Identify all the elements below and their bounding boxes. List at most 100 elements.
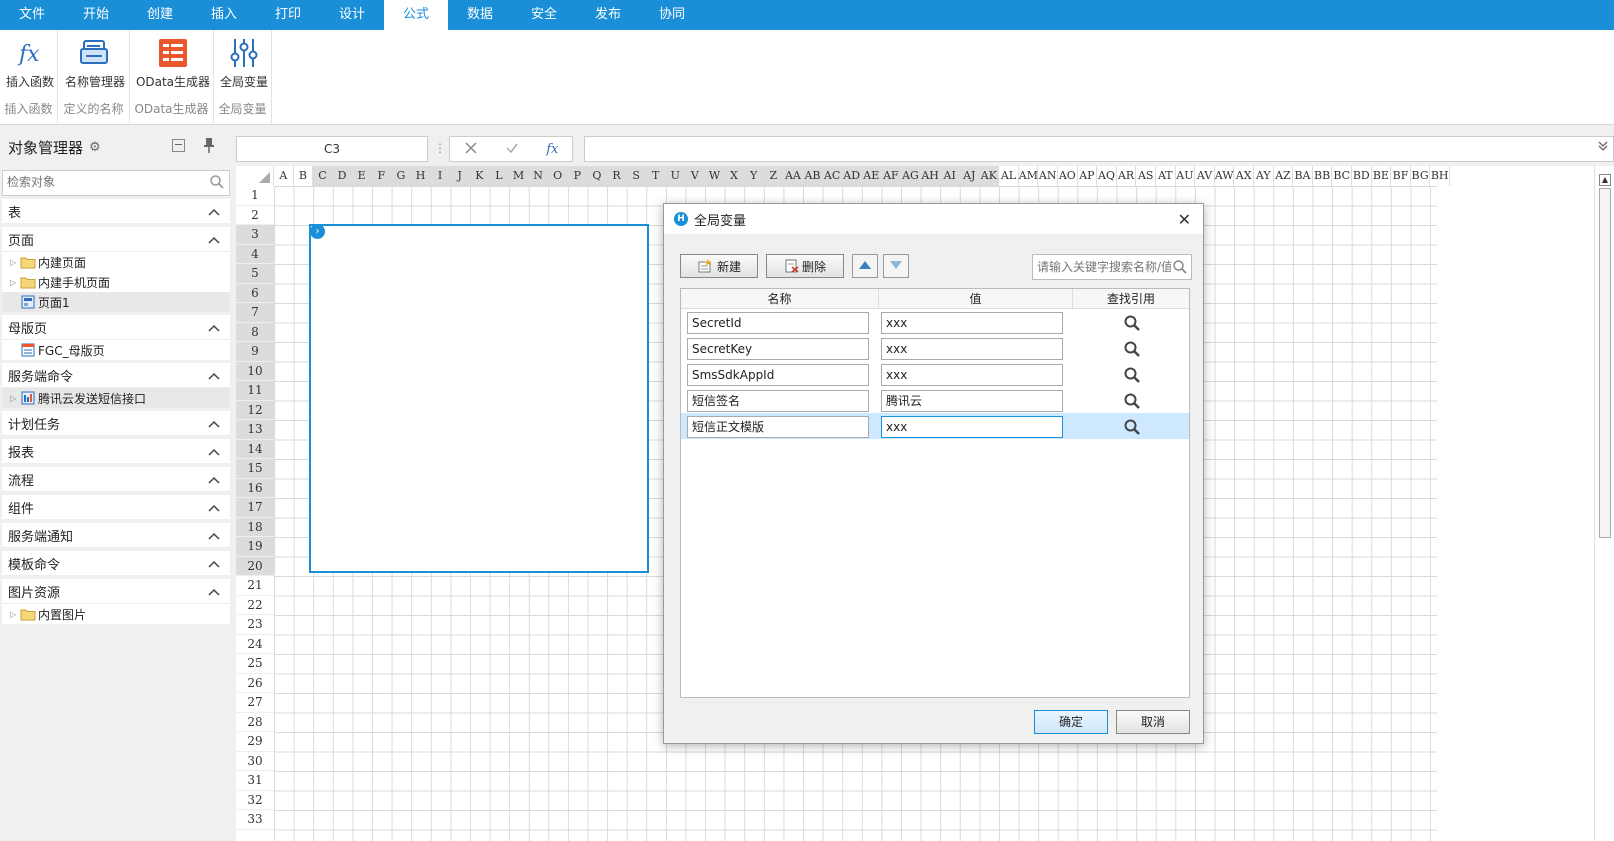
- column-header[interactable]: AD: [842, 166, 862, 186]
- column-header[interactable]: W: [705, 166, 725, 186]
- column-header[interactable]: Z: [764, 166, 784, 186]
- find-reference-icon[interactable]: [1123, 418, 1141, 439]
- variable-name-input[interactable]: 短信签名: [687, 390, 869, 412]
- chevron-right-icon[interactable]: ›: [310, 224, 325, 239]
- variable-value-input[interactable]: xxx: [881, 416, 1063, 438]
- cell-name-box[interactable]: C3: [236, 136, 428, 162]
- column-header[interactable]: AX: [1234, 166, 1254, 186]
- column-header[interactable]: K: [470, 166, 490, 186]
- row-header[interactable]: 30: [236, 752, 274, 771]
- confirm-formula-icon[interactable]: [505, 141, 519, 158]
- column-header[interactable]: AJ: [960, 166, 980, 186]
- move-down-button[interactable]: [883, 254, 909, 278]
- column-header[interactable]: AZ: [1273, 166, 1294, 186]
- tab-create[interactable]: 创建: [128, 0, 192, 30]
- row-header[interactable]: 15: [236, 459, 274, 479]
- row-header[interactable]: 24: [236, 635, 274, 654]
- odata-generator-button[interactable]: OData生成器: [134, 36, 212, 92]
- column-header[interactable]: AV: [1195, 166, 1215, 186]
- column-header[interactable]: R: [607, 166, 627, 186]
- column-header[interactable]: BF: [1391, 166, 1411, 186]
- column-header[interactable]: AM: [1018, 166, 1039, 186]
- column-header[interactable]: BH: [1430, 166, 1450, 186]
- row-header[interactable]: 23: [236, 615, 274, 635]
- column-header[interactable]: S: [626, 166, 647, 186]
- selected-range[interactable]: [309, 224, 649, 573]
- column-header[interactable]: AC: [822, 166, 843, 186]
- column-header[interactable]: U: [666, 166, 686, 186]
- section-header-report[interactable]: 报表: [2, 439, 230, 464]
- scrollbar-thumb[interactable]: [1599, 188, 1611, 538]
- find-reference-icon[interactable]: [1123, 366, 1141, 387]
- collapse-all-icon[interactable]: −: [172, 139, 185, 152]
- object-search-input[interactable]: [3, 171, 203, 193]
- column-header[interactable]: AE: [862, 166, 882, 186]
- row-header[interactable]: 11: [236, 381, 274, 401]
- variable-name-input[interactable]: 短信正文模版: [687, 416, 869, 438]
- row-header[interactable]: 31: [236, 771, 274, 791]
- variable-value-input[interactable]: xxx: [881, 364, 1063, 386]
- table-row[interactable]: SmsSdkAppId xxx: [681, 361, 1189, 387]
- column-header[interactable]: AG: [901, 166, 921, 186]
- row-header[interactable]: 21: [236, 576, 274, 596]
- column-header[interactable]: AF: [881, 166, 902, 186]
- column-header[interactable]: AB: [803, 166, 823, 186]
- variable-name-input[interactable]: SmsSdkAppId: [687, 364, 869, 386]
- table-row[interactable]: 短信签名 腾讯云: [681, 387, 1189, 413]
- tab-security[interactable]: 安全: [512, 0, 576, 30]
- gear-icon[interactable]: ⚙: [89, 140, 101, 155]
- section-header-table[interactable]: 表: [2, 199, 230, 224]
- column-header[interactable]: V: [685, 166, 706, 186]
- column-header[interactable]: Y: [744, 166, 764, 186]
- tab-data[interactable]: 数据: [448, 0, 512, 30]
- column-header[interactable]: AW: [1214, 166, 1235, 186]
- tree-item-builtin-mobile-pages[interactable]: ▷ 内建手机页面: [2, 272, 230, 292]
- find-reference-icon[interactable]: [1123, 314, 1141, 335]
- find-reference-icon[interactable]: [1123, 340, 1141, 361]
- column-header[interactable]: O: [548, 166, 568, 186]
- column-header[interactable]: G: [391, 166, 412, 186]
- row-header[interactable]: 20: [236, 556, 274, 576]
- variable-search-input[interactable]: [1033, 255, 1171, 279]
- scroll-up-icon[interactable]: ▲: [1599, 174, 1611, 186]
- row-header[interactable]: 3: [236, 225, 274, 245]
- expand-triangle-icon[interactable]: ▷: [10, 258, 20, 267]
- variable-name-input[interactable]: SecretId: [687, 312, 869, 334]
- row-header[interactable]: 5: [236, 264, 274, 284]
- column-header[interactable]: E: [352, 166, 372, 186]
- tab-formula[interactable]: 公式: [384, 0, 448, 30]
- table-row[interactable]: SecretId xxx: [681, 309, 1189, 335]
- column-header[interactable]: BG: [1410, 166, 1431, 186]
- column-header[interactable]: BB: [1312, 166, 1333, 186]
- find-reference-icon[interactable]: [1123, 392, 1141, 413]
- row-header[interactable]: 7: [236, 303, 274, 323]
- search-icon[interactable]: [209, 174, 225, 193]
- ok-button[interactable]: 确定: [1034, 710, 1108, 734]
- column-header[interactable]: BD: [1352, 166, 1372, 186]
- close-icon[interactable]: ✕: [1178, 210, 1191, 229]
- new-variable-button[interactable]: 新建: [680, 254, 758, 278]
- row-header[interactable]: 14: [236, 439, 274, 459]
- expand-triangle-icon[interactable]: ▷: [10, 394, 20, 403]
- row-header[interactable]: 29: [236, 732, 274, 752]
- row-header[interactable]: 8: [236, 322, 274, 342]
- name-manager-button[interactable]: 名称管理器: [62, 36, 128, 92]
- column-header[interactable]: AP: [1077, 166, 1098, 186]
- column-header[interactable]: AR: [1116, 166, 1137, 186]
- column-header[interactable]: AI: [940, 166, 960, 186]
- global-variables-button[interactable]: 全局变量: [217, 36, 271, 92]
- tab-print[interactable]: 打印: [256, 0, 320, 30]
- row-header[interactable]: 25: [236, 654, 274, 674]
- column-header[interactable]: BC: [1332, 166, 1352, 186]
- column-header[interactable]: Q: [587, 166, 608, 186]
- row-header[interactable]: 26: [236, 674, 274, 693]
- column-header[interactable]: AN: [1038, 166, 1058, 186]
- select-all-corner[interactable]: [236, 166, 274, 186]
- row-header[interactable]: 9: [236, 342, 274, 362]
- insert-function-button[interactable]: fx 插入函数: [4, 36, 56, 92]
- tab-design[interactable]: 设计: [320, 0, 384, 30]
- section-header-template-command[interactable]: 模板命令: [2, 551, 230, 576]
- tree-item-builtin-pages[interactable]: ▷ 内建页面: [2, 252, 230, 272]
- column-header[interactable]: BE: [1371, 166, 1392, 186]
- section-header-master-page[interactable]: 母版页: [2, 315, 230, 340]
